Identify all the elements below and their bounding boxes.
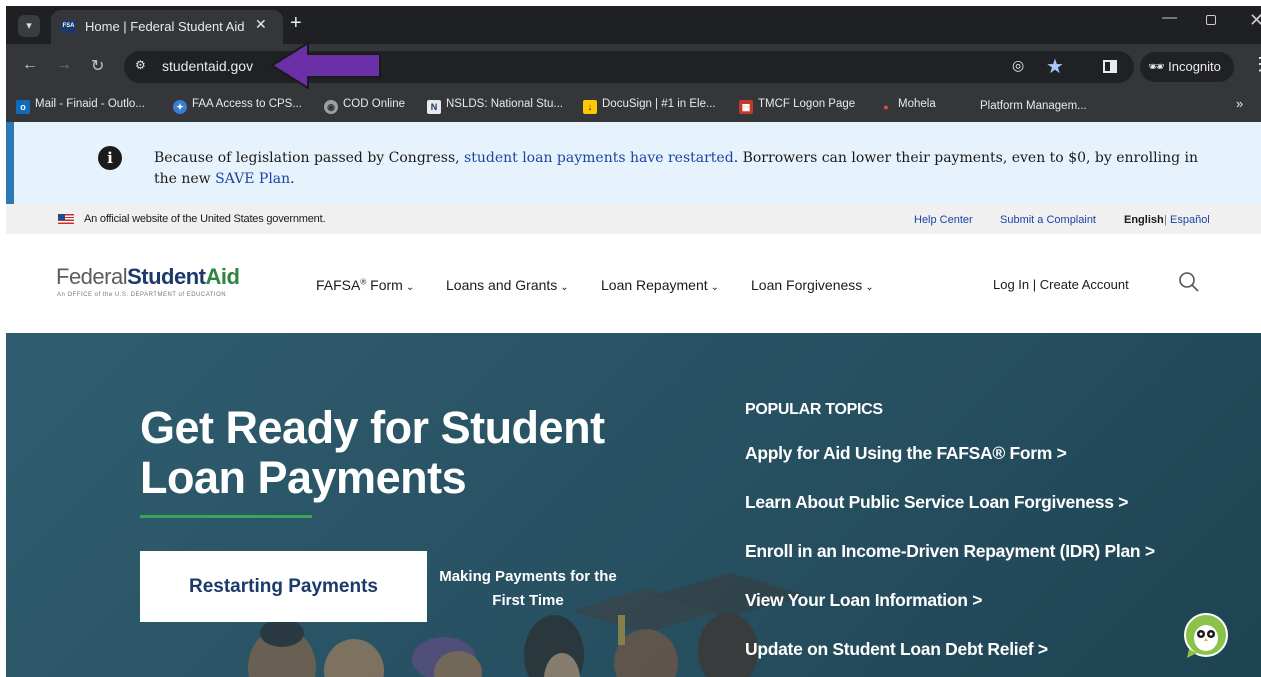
- annotation-arrow-icon: [270, 42, 381, 89]
- nav-loan-forgiveness[interactable]: Loan Forgiveness ⌄: [751, 277, 874, 293]
- incognito-icon: 🕶: [1148, 59, 1169, 74]
- account-links: Log In | Create Account: [993, 277, 1129, 292]
- bookmark-label: COD Online: [343, 98, 405, 110]
- topic-link-pslf[interactable]: Learn About Public Service Loan Forgiven…: [745, 492, 1128, 513]
- chevron-down-icon: ⌄: [710, 282, 720, 293]
- incognito-label: Incognito: [1168, 59, 1221, 74]
- topic-link-loan-info[interactable]: View Your Loan Information >: [745, 590, 982, 611]
- tracking-blocked-icon[interactable]: ◎: [1012, 57, 1024, 74]
- bookmark-label: Mohela: [898, 98, 936, 110]
- window-close-icon[interactable]: ✕: [1249, 10, 1261, 31]
- tmcf-icon: ▦: [739, 100, 753, 114]
- browser-tab-strip: ▾ FSA Home | Federal Student Aid ✕ + — ✕: [6, 6, 1261, 44]
- outlook-icon: o: [16, 100, 30, 114]
- info-icon: i: [98, 146, 122, 170]
- browser-tab[interactable]: FSA Home | Federal Student Aid ✕: [51, 10, 283, 44]
- restore-icon[interactable]: [1206, 15, 1216, 25]
- topic-link-idr[interactable]: Enroll in an Income-Driven Repayment (ID…: [745, 541, 1155, 562]
- side-panel-icon[interactable]: [1103, 60, 1117, 73]
- bookmark-label: DocuSign | #1 in Ele...: [602, 98, 716, 110]
- docusign-icon: ↓: [583, 100, 597, 114]
- bookmarks-bar: o Mail - Finaid - Outlo... ✦ FAA Access to…: [6, 90, 1261, 122]
- hero-section: Get Ready for Student Loan Payments Rest…: [6, 333, 1261, 677]
- restarting-payments-button[interactable]: Restarting Payments: [140, 551, 427, 622]
- language-spanish[interactable]: Español: [1170, 214, 1210, 226]
- bookmark-mohela[interactable]: ● Mohela: [879, 98, 936, 114]
- chevron-down-icon: ⌄: [865, 282, 874, 293]
- title-underline: [140, 515, 312, 518]
- save-plan-link[interactable]: SAVE Plan: [215, 171, 290, 187]
- logo-tagline: An OFFICE of the U.S. DEPARTMENT of EDUC…: [57, 292, 227, 298]
- first-time-payments-link[interactable]: Making Payments for the First Time: [438, 565, 618, 613]
- topic-link-debt-relief[interactable]: Update on Student Loan Debt Relief >: [745, 639, 1048, 660]
- alert-banner: i Because of legislation passed by Congr…: [6, 122, 1261, 204]
- bookmark-cod[interactable]: ◉ COD Online: [324, 98, 405, 114]
- nav-loans-and-grants[interactable]: Loans and Grants ⌄: [446, 277, 569, 293]
- fsa-logo[interactable]: FederalStudentAid: [56, 264, 240, 290]
- tab-close-icon[interactable]: ✕: [255, 16, 267, 33]
- nslds-icon: N: [427, 100, 441, 114]
- back-icon[interactable]: ←: [22, 56, 38, 74]
- screenshot: ▾ FSA Home | Federal Student Aid ✕ + — ✕…: [0, 0, 1261, 677]
- us-flag-icon: [58, 214, 74, 224]
- gov-banner: An official website of the United States…: [6, 204, 1261, 234]
- alert-message: Because of legislation passed by Congres…: [154, 150, 1199, 187]
- loan-payments-restarted-link[interactable]: student loan payments have restarted: [464, 150, 734, 166]
- bookmark-faa[interactable]: ✦ FAA Access to CPS...: [173, 98, 302, 114]
- bookmark-label: Platform Managem...: [980, 100, 1087, 112]
- bookmark-label: Mail - Finaid - Outlo...: [35, 98, 145, 110]
- nav-fafsa-form[interactable]: FAFSA® Form ⌄: [316, 277, 414, 293]
- help-center-link[interactable]: Help Center: [914, 214, 973, 226]
- search-icon[interactable]: [1178, 271, 1200, 293]
- bookmark-label: FAA Access to CPS...: [192, 98, 302, 110]
- bookmark-platform[interactable]: Platform Managem...: [961, 98, 1087, 112]
- nav-loan-repayment[interactable]: Loan Repayment ⌄: [601, 277, 719, 293]
- forward-icon[interactable]: →: [56, 56, 72, 74]
- url-text[interactable]: studentaid.gov: [162, 58, 253, 74]
- browser-menu-icon[interactable]: ⋮: [1251, 54, 1261, 75]
- tab-title: Home | Federal Student Aid: [85, 19, 245, 34]
- bookmark-docusign[interactable]: ↓ DocuSign | #1 in Ele...: [583, 98, 716, 114]
- log-in-link[interactable]: Log In: [993, 277, 1029, 292]
- mohela-icon: ●: [883, 102, 889, 112]
- bookmark-mail[interactable]: o Mail - Finaid - Outlo...: [16, 98, 145, 114]
- bookmark-label: TMCF Logon Page: [758, 98, 856, 110]
- gov-banner-text: An official website of the United States…: [84, 213, 326, 225]
- bookmark-label: NSLDS: National Stu...: [446, 98, 563, 110]
- language-english[interactable]: English: [1124, 214, 1164, 226]
- create-account-link[interactable]: Create Account: [1040, 277, 1129, 292]
- fsa-favicon-icon: FSA: [61, 20, 76, 33]
- tab-search-icon[interactable]: ▾: [18, 15, 40, 37]
- site-info-icon[interactable]: ⚙: [135, 58, 146, 72]
- bookmark-nslds[interactable]: N NSLDS: National Stu...: [427, 98, 563, 114]
- new-tab-icon[interactable]: +: [290, 12, 302, 35]
- site-header: FederalStudentAid An OFFICE of the U.S. …: [6, 234, 1261, 333]
- chevron-down-icon: ⌄: [560, 282, 569, 293]
- bookmark-tmcf[interactable]: ▦ TMCF Logon Page: [739, 98, 855, 114]
- globe-icon: ✦: [173, 100, 187, 114]
- more-bookmarks-icon[interactable]: »: [1236, 96, 1243, 111]
- bookmark-star-icon[interactable]: ★: [1046, 54, 1064, 79]
- chatbot-owl-icon[interactable]: [1183, 613, 1229, 659]
- language-separator: |: [1164, 214, 1167, 226]
- browser-toolbar: ← → ↻ ⚙ studentaid.gov ◎ ★ 🕶 Incognito ⋮: [6, 44, 1261, 90]
- reload-icon[interactable]: ↻: [91, 56, 104, 76]
- incognito-badge[interactable]: 🕶 Incognito: [1140, 52, 1234, 82]
- chevron-down-icon: ⌄: [405, 282, 415, 293]
- platform-icon: [961, 98, 975, 112]
- minimize-icon[interactable]: —: [1162, 9, 1177, 26]
- web-icon: ◉: [324, 100, 338, 114]
- popular-topics-heading: POPULAR TOPICS: [745, 401, 883, 418]
- hero-title: Get Ready for Student Loan Payments: [140, 402, 605, 503]
- submit-complaint-link[interactable]: Submit a Complaint: [1000, 214, 1096, 226]
- topic-link-fafsa[interactable]: Apply for Aid Using the FAFSA® Form >: [745, 443, 1067, 464]
